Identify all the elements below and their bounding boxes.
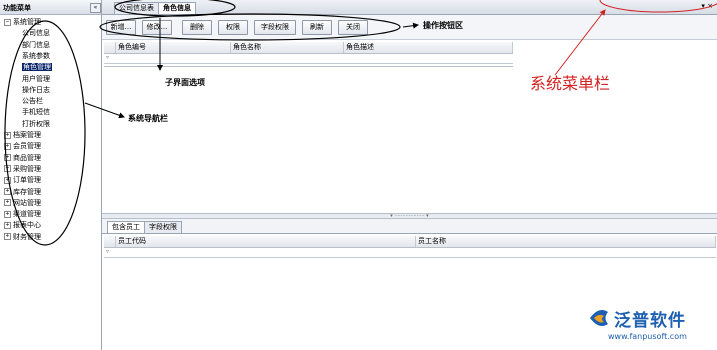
tab-ellipse <box>114 0 236 17</box>
toolbar-arrow <box>402 22 419 29</box>
annotation-subtabs: 子界面选项 <box>165 78 205 87</box>
menu-arrow <box>554 9 606 76</box>
toolbar-ellipse <box>99 13 401 41</box>
annotation-nav: 系统导航栏 <box>128 114 168 123</box>
annotation-menu-bar: 系统菜单栏 <box>530 74 611 93</box>
annotation-toolbar: 操作按钮区 <box>423 21 463 30</box>
annotation-overlay <box>4 0 717 246</box>
brand-logo: 泛普软件 www.fanpusoft.com <box>586 304 712 346</box>
brand-url: www.fanpusoft.com <box>608 332 687 341</box>
brand-name: 泛普软件 <box>614 311 686 331</box>
nav-ellipse <box>4 20 86 246</box>
nav-arrow <box>84 102 125 119</box>
brand-logo-icon <box>590 310 608 326</box>
menu-ellipse <box>599 0 717 13</box>
